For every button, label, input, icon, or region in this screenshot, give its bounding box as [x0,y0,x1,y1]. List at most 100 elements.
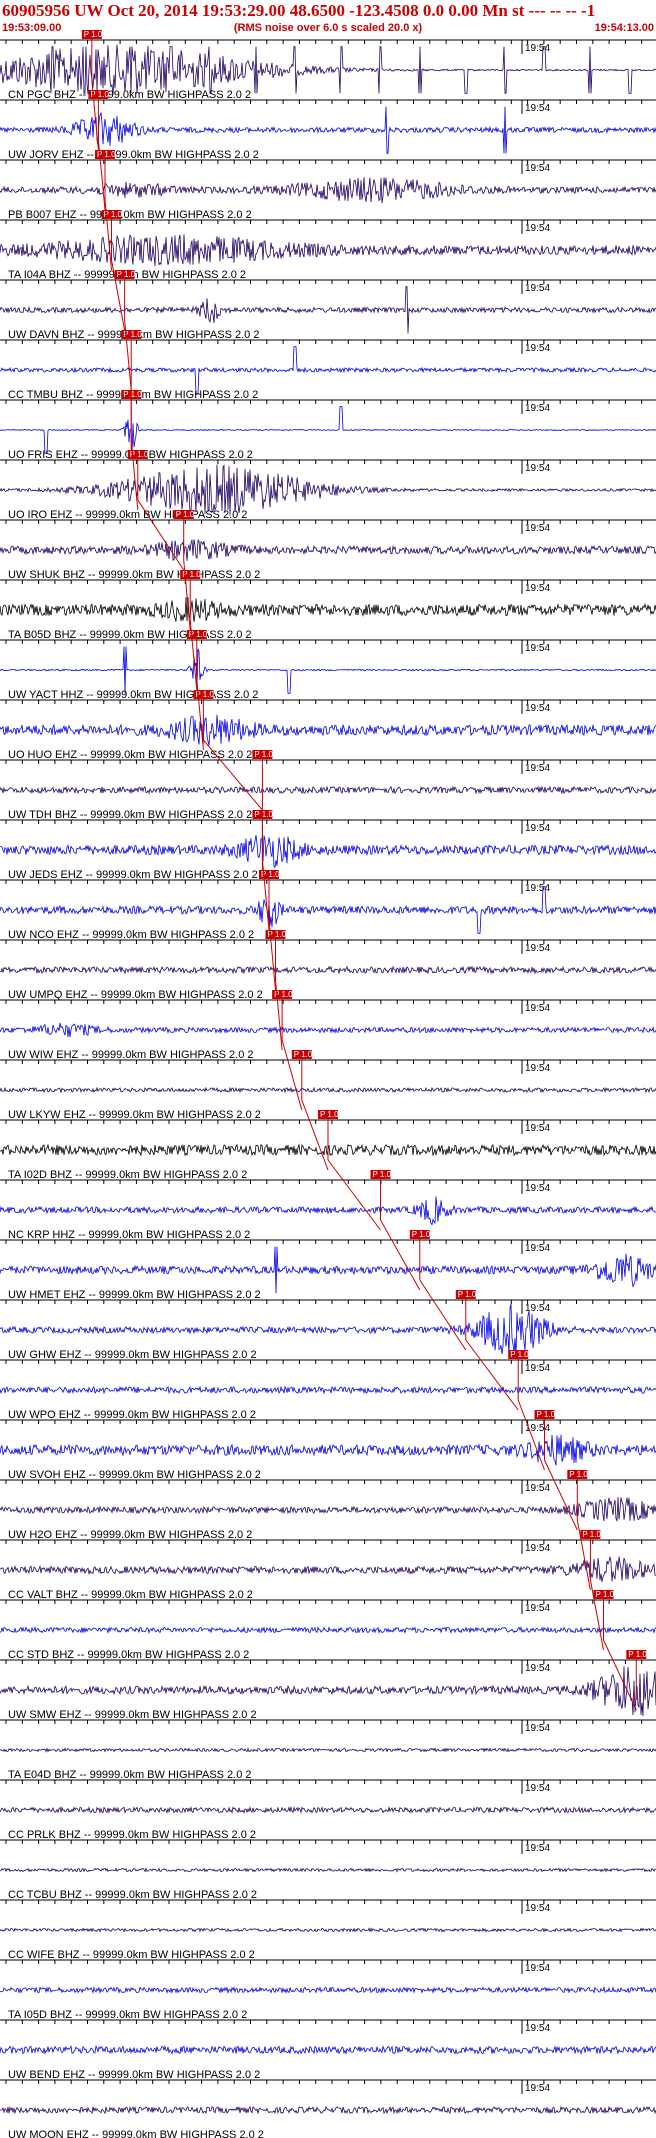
pick-label: P 1.0 [254,750,273,759]
waveform-trace [0,1086,656,1094]
waveform-trace [0,714,656,747]
station-label: CC STD BHZ -- 99999.0km BW HIGHPASS 2.0 … [8,1649,249,1661]
minute-tick-label: 19:54 [525,1603,550,1614]
station-label: UW GHW EHZ -- 99999.0km BW HIGHPASS 2.0 … [8,1349,257,1361]
pick-label: P 1.0 [176,510,195,519]
pick-label: P 1.0 [373,1170,392,1179]
station-label: UW BEND EHZ -- 99999.0km BW HIGHPASS 2.0… [8,2069,260,2081]
minute-tick-label: 19:54 [525,943,550,954]
minute-tick-label: 19:54 [525,883,550,894]
pick-label: P 1.0 [537,1410,556,1419]
waveform-trace [0,1927,656,1933]
waveform-trace [0,539,656,561]
waveform-trace [0,1246,656,1294]
minute-tick-label: 19:54 [525,1543,550,1554]
minute-tick-label: 19:54 [525,823,550,834]
station-label: UW TDH BHZ -- 99999.0km BW HIGHPASS 2.0 … [8,809,252,821]
pick-label: P 1.0 [582,1530,601,1539]
waveform-trace [0,2045,656,2056]
station-label: UW WPO EHZ -- 99999.0km BW HIGHPASS 2.0 … [8,1409,256,1421]
minute-tick-label: 19:54 [525,1243,550,1254]
station-label: UW MOON EHZ -- 99999.0km BW HIGHPASS 2.0… [8,2129,264,2138]
station-label: UW SMW EHZ -- 99999.0km BW HIGHPASS 2.0 … [8,1709,257,1721]
minute-tick-label: 19:54 [525,283,550,294]
waveform-trace [0,886,656,934]
station-label: UW JEDS EHZ -- 99999.0km BW HIGHPASS 2.0… [8,869,258,881]
minute-tick-label: 19:54 [525,1963,550,1974]
station-label: CC PRLK BHZ -- 99999.0km BW HIGHPASS 2.0… [8,1829,256,1841]
waveform-trace [0,835,656,868]
station-label: UW WIW EHZ -- 99999.0km BW HIGHPASS 2.0 … [8,1049,254,1061]
minute-tick-label: 19:54 [525,1783,550,1794]
pick-label: P 1.0 [117,270,136,279]
station-label: TA E04D BHZ -- 99999.0km BW HIGHPASS 2.0… [8,1769,252,1781]
pick-label: P 1.0 [510,1350,529,1359]
waveform-trace [0,1626,656,1635]
minute-tick-label: 19:54 [525,1183,550,1194]
pick-label: P 1.0 [123,390,142,399]
minute-tick-label: 19:54 [525,1903,550,1914]
minute-tick-label: 19:54 [525,1003,550,1014]
minute-tick-label: 19:54 [525,763,550,774]
waveform-trace [0,1497,656,1523]
station-label: NC KRP HHZ -- 99999.0km BW HIGHPASS 2.0 … [8,1229,250,1241]
pick-label: P 1.0 [569,1470,588,1479]
minute-tick-label: 19:54 [525,523,550,534]
pick-label: P 1.0 [294,1050,313,1059]
minute-tick-label: 19:54 [525,163,550,174]
station-label: PB B007 EHZ -- 99999.0km BW HIGHPASS 2.0… [8,209,252,221]
minute-tick-label: 19:54 [525,2023,550,2034]
minute-tick-label: 19:54 [525,1663,550,1674]
minute-tick-label: 19:54 [525,1723,550,1734]
waveform-trace [0,44,656,96]
station-label: UW YACT HHZ -- 99999.0km BW HIGHPASS 2.0… [8,689,258,701]
minute-tick-label: 19:54 [525,223,550,234]
station-label: UW SHUK BHZ -- 99999.0km BW HIGHPASS 2.0… [8,569,260,581]
pick-label: P 1.0 [628,1650,647,1659]
waveform-trace [0,464,656,516]
pick-label: P 1.0 [320,1110,339,1119]
waveform-trace [0,2105,656,2115]
minute-tick-label: 19:54 [525,2083,550,2094]
waveform-trace [0,597,656,622]
pick-label: P 1.0 [412,1230,431,1239]
seismogram-plot: 19:54 CN PGC BHZ -- 99999.0km BW HIGHPASS… [0,30,656,2138]
waveform-trace [0,1434,656,1466]
station-label: CN PGC BHZ -- 99999.0km BW HIGHPASS 2.0 … [8,89,251,101]
station-label: UW UMPQ EHZ -- 99999.0km BW HIGHPASS 2.0… [8,989,263,1001]
waveform-trace [0,646,656,694]
station-label: TA B05D BHZ -- 99999.0km BW HIGHPASS 2.0… [8,629,252,641]
station-label: UW H2O EHZ -- 99999.0km BW HIGHPASS 2.0 … [8,1529,252,1541]
minute-tick-label: 19:54 [525,1123,550,1134]
station-label: CC VALT BHZ -- 99999.0km BW HIGHPASS 2.0… [8,1589,253,1601]
minute-tick-label: 19:54 [525,463,550,474]
minute-tick-label: 19:54 [525,43,550,54]
minute-tick-label: 19:54 [525,343,550,354]
waveform-trace [0,1805,656,1815]
waveform-trace [0,1867,656,1873]
station-label: UO IRO EHZ -- 99999.0km BW HIGHPASS 2.0 … [8,509,247,521]
pick-label: P 1.0 [458,1290,477,1299]
waveform-trace [0,785,656,795]
waveform-trace [0,1747,656,1753]
minute-tick-label: 19:54 [525,1363,550,1374]
waveform-trace [0,346,656,394]
pick-label: P 1.0 [596,1590,615,1599]
station-label: UW SVOH EHZ -- 99999.0km BW HIGHPASS 2.0… [8,1469,261,1481]
waveform-trace [0,406,656,454]
waveform-trace [0,1022,656,1038]
minute-tick-label: 19:54 [525,103,550,114]
station-label: UW JORV EHZ -- 99999.0km BW HIGHPASS 2.0… [8,149,259,161]
minute-tick-label: 19:54 [525,1483,550,1494]
station-label: UW NCO EHZ -- 99999.0km BW HIGHPASS 2.0 … [8,929,254,941]
minute-tick-label: 19:54 [525,1063,550,1074]
minute-tick-label: 19:54 [525,703,550,714]
waveform-trace [0,177,656,204]
minute-tick-label: 19:54 [525,1843,550,1854]
station-label: UW LKYW EHZ -- 99999.0km BW HIGHPASS 2.0… [8,1109,261,1121]
waveform-trace [0,965,656,975]
minute-tick-label: 19:54 [525,643,550,654]
pick-label: P 1.0 [254,810,273,819]
minute-tick-label: 19:54 [525,403,550,414]
minute-tick-label: 19:54 [525,583,550,594]
